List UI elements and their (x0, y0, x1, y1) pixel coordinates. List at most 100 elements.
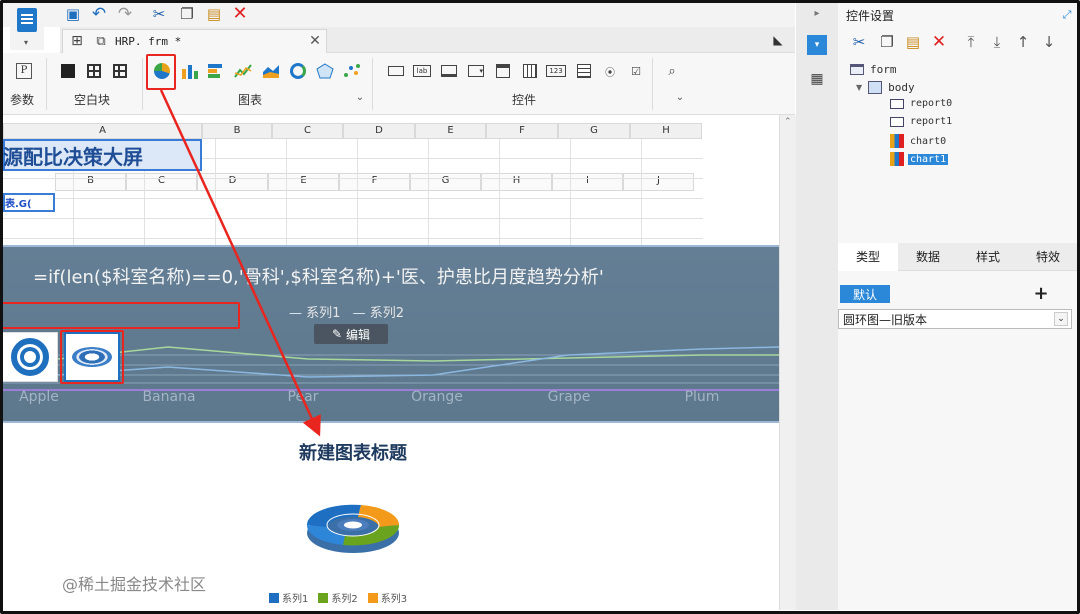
redo-icon[interactable]: ↷ (116, 5, 134, 23)
chart-style-option-1[interactable] (2, 332, 58, 382)
donut-style-icon (11, 338, 49, 376)
number-control-icon[interactable]: 123 (546, 61, 566, 81)
tree-item-chart1[interactable]: chart1 (890, 152, 949, 166)
panel-paste-icon[interactable]: ▤ (904, 33, 922, 51)
report-node-icon (890, 98, 904, 109)
close-tab-icon[interactable]: ✕ (307, 33, 323, 49)
tree-item-report1[interactable]: report1 (890, 116, 954, 127)
tab-type[interactable]: 类型 (838, 243, 898, 271)
datagrid-control-icon[interactable] (520, 61, 540, 81)
tree-item-label: chart1 (908, 153, 949, 165)
chart0-legend-series2: 系列2 (369, 306, 404, 321)
column-header[interactable]: A (3, 123, 202, 139)
save-icon[interactable]: ▣ (64, 5, 82, 23)
blank-block-split-icon[interactable] (84, 61, 104, 81)
tab-data[interactable]: 数据 (898, 243, 958, 271)
list-control-icon[interactable] (574, 61, 594, 81)
form-file-icon: ⧉ (96, 33, 106, 49)
tab-effect[interactable]: 特效 (1018, 243, 1078, 271)
chart0-legend: — 系列1 — 系列2 (289, 306, 404, 321)
widget-settings-panel: 控件设置 ⤢ ✂ ❐ ▤ ✕ ⤒ ⤓ ↑ ↓ form ▼ body repor… (838, 3, 1077, 610)
column-header[interactable]: E (415, 123, 486, 139)
chart0-legend-series1: 系列1 (306, 306, 341, 321)
button-control-icon[interactable] (439, 61, 459, 81)
tree-form[interactable]: form (850, 63, 897, 76)
tree-body[interactable]: ▼ body (856, 81, 915, 94)
date-control-icon[interactable] (493, 61, 513, 81)
cut-icon[interactable]: ✂ (150, 5, 168, 23)
grid-icon: ⊞ (71, 33, 83, 49)
label-control-icon[interactable]: lab (412, 61, 432, 81)
chart0-x-tick: Pear (287, 389, 319, 405)
search-control-icon[interactable]: ⌕ (662, 61, 682, 81)
text-box-control-icon[interactable] (386, 61, 406, 81)
chart0-x-tick: Grape (547, 389, 591, 405)
chart0-formula-title: =if(len($科室名称)==0,'骨科',$科室名称)+'医、护患比月度趋势… (33, 267, 604, 288)
vertical-scrollbar[interactable]: ⌃ (779, 115, 796, 610)
group-label-blank: 空白块 (74, 93, 111, 107)
chart1-legend-series3: 系列3 (380, 594, 408, 605)
undo-icon[interactable]: ↶ (90, 5, 108, 23)
combo-control-icon[interactable]: ▾ (466, 61, 486, 81)
side-toolbar: ▸ ▾ ▦ (796, 3, 838, 610)
pin-icon[interactable]: ◣ (770, 32, 786, 48)
collapse-arrow-icon[interactable]: ▸ (810, 7, 824, 21)
radio-list-icon[interactable]: ⦿ (600, 61, 620, 81)
panel-copy-icon[interactable]: ❐ (878, 33, 896, 51)
tree-item-label: chart0 (910, 135, 947, 147)
highlight-pie-icon (146, 54, 176, 90)
panel-cut-icon[interactable]: ✂ (850, 33, 868, 51)
column-header[interactable]: B (202, 123, 272, 139)
paste-icon[interactable]: ▤ (205, 5, 223, 23)
tree-item-label: report1 (910, 116, 953, 127)
tab-style[interactable]: 样式 (958, 243, 1018, 271)
chart-node-icon (890, 152, 904, 166)
scatter-icon[interactable] (342, 61, 362, 81)
column-header[interactable]: H (630, 123, 702, 139)
check-list-icon[interactable]: ☑ (626, 61, 646, 81)
move-down-icon[interactable]: ↓ (1040, 33, 1058, 51)
add-style-icon[interactable]: + (1031, 284, 1051, 304)
app-menu-button[interactable]: ▾ (10, 6, 44, 50)
highlight-style-option (60, 330, 124, 384)
file-tab[interactable]: ⊞ ⧉ HRP. frm * ✕ (62, 29, 327, 53)
panel-delete-icon[interactable]: ✕ (930, 33, 948, 51)
chart1-donut (306, 504, 400, 553)
copy-icon[interactable]: ❐ (178, 5, 196, 23)
tree-item-report0[interactable]: report0 (890, 98, 954, 109)
blank-block-absolute-icon[interactable] (58, 61, 78, 81)
expand-icon[interactable]: ▼ (856, 83, 862, 92)
delete-icon[interactable]: ✕ (231, 5, 249, 23)
chart-group-expand-icon[interactable]: ⌄ (354, 92, 366, 104)
move-up-icon[interactable]: ↑ (1014, 33, 1032, 51)
line-chart-icon[interactable] (233, 61, 253, 81)
radar-icon[interactable] (315, 61, 335, 81)
formula-cell[interactable]: 表.G( (3, 193, 55, 212)
tree-item-chart0[interactable]: chart0 (890, 134, 948, 148)
tree-item-label: report0 (910, 98, 953, 109)
param-icon[interactable]: P (14, 61, 34, 81)
column-header[interactable]: G (558, 123, 630, 139)
column-header[interactable]: D (343, 123, 415, 139)
blank-block-grid-icon[interactable] (110, 61, 130, 81)
formula-cell-text: 表.G( (5, 199, 32, 210)
move-top-icon[interactable]: ⤒ (962, 33, 980, 51)
area-chart-icon[interactable] (261, 61, 281, 81)
chart0-x-tick: Apple (19, 389, 59, 405)
horizontal-bar-icon[interactable] (206, 61, 226, 81)
move-bottom-icon[interactable]: ⤓ (988, 33, 1006, 51)
column-header[interactable]: F (486, 123, 558, 139)
group-label-chart: 图表 (238, 93, 263, 107)
panel-resize-icon[interactable]: ⤢ (1060, 7, 1074, 21)
bar-chart-icon[interactable] (180, 61, 200, 81)
default-style-badge[interactable]: 默认 (840, 285, 890, 303)
chart0-x-tick: Plum (684, 389, 720, 405)
component-tab-icon[interactable]: ▦ (807, 69, 827, 89)
widget-settings-tab-icon[interactable]: ▾ (807, 35, 827, 55)
column-header[interactable]: C (272, 123, 343, 139)
chart-type-select[interactable]: 圆环图—旧版本 ⌄ (838, 309, 1072, 329)
gauge-icon[interactable] (288, 61, 308, 81)
chart-type-select-value: 圆环图—旧版本 (843, 312, 928, 327)
control-group-expand-icon[interactable]: ⌄ (674, 92, 686, 104)
title-cell[interactable]: 源配比决策大屏 (3, 139, 202, 171)
